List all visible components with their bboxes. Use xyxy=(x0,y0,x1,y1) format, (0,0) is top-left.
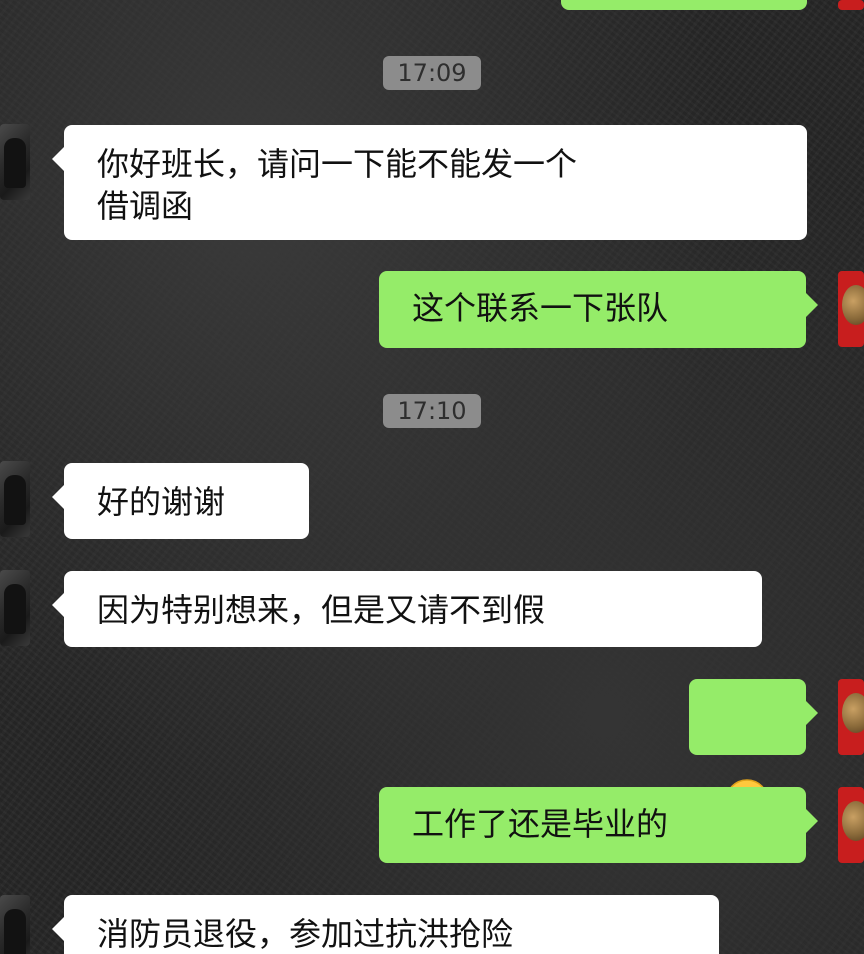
message-bubble-incoming[interactable]: 你好班长，请问一下能不能发一个 借调函 xyxy=(52,125,807,240)
message-bubble-incoming[interactable]: 因为特别想来，但是又请不到假 xyxy=(52,571,762,647)
my-avatar-partial[interactable] xyxy=(838,0,864,10)
timestamp: 17:09 xyxy=(0,56,864,90)
message-bubble-incoming[interactable]: 好的谢谢 xyxy=(52,463,309,539)
message-bubble-outgoing-partial xyxy=(561,0,807,10)
contact-avatar[interactable] xyxy=(0,895,30,954)
my-avatar[interactable] xyxy=(838,787,864,863)
timestamp: 17:10 xyxy=(0,394,864,428)
my-avatar[interactable] xyxy=(838,679,864,755)
message-bubble-outgoing[interactable]: 这个联系一下张队 xyxy=(379,271,818,348)
chat-window: 17:09 你好班长，请问一下能不能发一个 借调函 这个联系一下张队 17:10… xyxy=(0,0,864,954)
contact-avatar[interactable] xyxy=(0,124,30,200)
contact-avatar[interactable] xyxy=(0,570,30,646)
my-avatar[interactable] xyxy=(838,271,864,347)
timestamp-label: 17:09 xyxy=(383,56,481,90)
message-bubble-outgoing-emoji[interactable] xyxy=(689,679,818,823)
message-bubble-incoming[interactable]: 消防员退役，参加过抗洪抢险 xyxy=(52,895,719,954)
message-bubble-outgoing[interactable]: 工作了还是毕业的 xyxy=(379,787,818,863)
contact-avatar[interactable] xyxy=(0,461,30,537)
timestamp-label: 17:10 xyxy=(383,394,481,428)
